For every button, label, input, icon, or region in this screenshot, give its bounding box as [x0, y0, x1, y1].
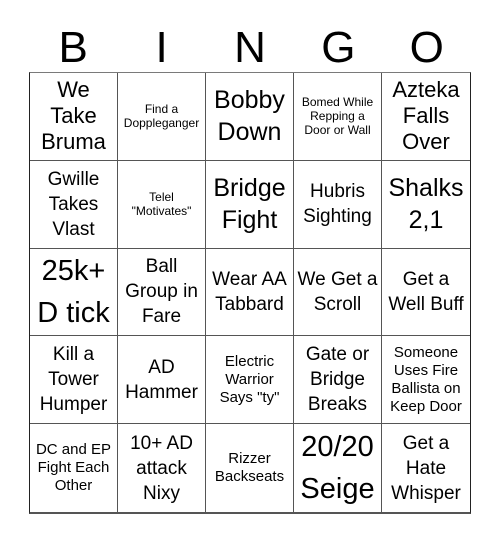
cell-text: 20/20 Seige	[300, 431, 375, 506]
bingo-cell[interactable]: Rizzer Backseats	[206, 424, 294, 512]
header-letter-i: I	[155, 23, 168, 72]
cell-text: Shalks 2,1	[388, 174, 464, 235]
bingo-cell[interactable]: Wear AA Tabbard	[206, 248, 294, 337]
cell-text: Wear AA Tabbard	[212, 268, 287, 315]
cell-text: Azteka Falls Over	[392, 77, 460, 155]
cell-text: Bomed While Repping a Door or Wall	[301, 95, 374, 138]
bingo-cell[interactable]: Telel "Motivates"	[118, 160, 206, 249]
bingo-cell[interactable]: Bobby Down	[206, 73, 294, 161]
bingo-cell[interactable]: Bridge Fight	[206, 160, 294, 249]
header-letter-g: G	[321, 23, 356, 72]
header-letter-n: N	[234, 23, 266, 72]
bingo-cell[interactable]: Ball Group in Fare	[118, 248, 206, 337]
bingo-cell[interactable]: Get a Well Buff	[382, 249, 470, 337]
cell-text: AD Hammer	[125, 356, 198, 403]
cell-text: Gate or Bridge Breaks	[305, 344, 370, 416]
bingo-grid: We Take Bruma Find a Doppleganger Bobby …	[29, 72, 471, 514]
cell-text: Telel "Motivates"	[131, 190, 192, 219]
cell-text: Ball Group in Fare	[125, 256, 198, 328]
bingo-cell[interactable]: Someone Uses Fire Ballista on Keep Door	[382, 336, 470, 425]
bingo-cell[interactable]: Hubris Sighting	[294, 160, 382, 249]
bingo-cell[interactable]: Electric Warrior Says "ty"	[206, 336, 294, 425]
cell-text: Rizzer Backseats	[214, 450, 285, 486]
cell-text: Hubris Sighting	[303, 181, 372, 228]
cell-text: We Get a Scroll	[297, 268, 378, 315]
bingo-cell[interactable]: 20/20 Seige	[294, 424, 382, 512]
cell-text: Kill a Tower Humper	[39, 344, 108, 416]
bingo-header: B I N G O	[29, 24, 471, 72]
cell-text: Find a Doppleganger	[123, 102, 200, 131]
bingo-cell[interactable]: Gwille Takes Vlast	[30, 160, 118, 249]
bingo-cell[interactable]: DC and EP Fight Each Other	[30, 424, 118, 512]
bingo-cell[interactable]: Shalks 2,1	[382, 161, 470, 249]
cell-text: Gwille Takes Vlast	[47, 168, 100, 240]
bingo-cell[interactable]: We Get a Scroll	[294, 248, 382, 337]
cell-text: 10+ AD attack Nixy	[130, 432, 193, 504]
cell-text: DC and EP Fight Each Other	[35, 441, 112, 495]
header-letter-b: B	[58, 23, 88, 72]
cell-text: Someone Uses Fire Ballista on Keep Door	[390, 343, 462, 415]
bingo-cell[interactable]: Find a Doppleganger	[118, 73, 206, 161]
cell-text: Get a Well Buff	[388, 268, 464, 315]
cell-text: Bridge Fight	[213, 174, 286, 235]
bingo-cell[interactable]: Bomed While Repping a Door or Wall	[294, 73, 382, 161]
header-letter-o: O	[409, 23, 444, 72]
bingo-cell[interactable]: AD Hammer	[118, 336, 206, 425]
bingo-cell[interactable]: 10+ AD attack Nixy	[118, 424, 206, 512]
cell-text: Electric Warrior Says "ty"	[219, 352, 280, 406]
bingo-cell[interactable]: Azteka Falls Over	[382, 73, 470, 161]
bingo-cell[interactable]: We Take Bruma	[30, 73, 118, 161]
cell-text: We Take Bruma	[41, 77, 106, 155]
bingo-cell[interactable]: Get a Hate Whisper	[382, 424, 470, 512]
cell-text: Get a Hate Whisper	[391, 432, 461, 504]
bingo-cell[interactable]: Gate or Bridge Breaks	[294, 336, 382, 425]
bingo-cell[interactable]: 25k+ D tick	[30, 248, 118, 337]
bingo-cell[interactable]: Kill a Tower Humper	[30, 336, 118, 425]
cell-text: Bobby Down	[214, 86, 285, 147]
cell-text: 25k+ D tick	[37, 255, 110, 329]
